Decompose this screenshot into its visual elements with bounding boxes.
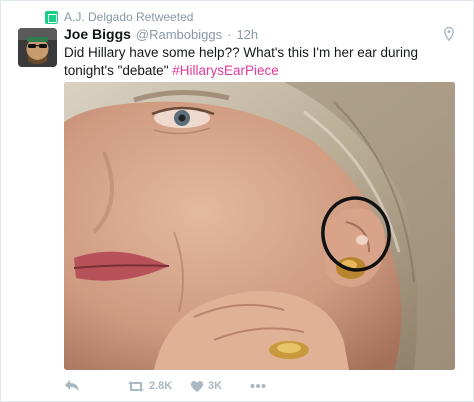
author-handle[interactable]: @Rambobiggs	[136, 27, 222, 42]
retweet-count: 2.8K	[149, 380, 173, 392]
tweet-text: Did Hillary have some help?? What's this…	[64, 44, 464, 80]
more-icon	[250, 384, 266, 388]
header-separator: ·	[227, 27, 232, 42]
avatar[interactable]	[18, 28, 57, 67]
location-pin-icon[interactable]	[444, 27, 454, 41]
reply-button[interactable]	[64, 379, 80, 393]
tweet-photo[interactable]	[64, 82, 455, 370]
heart-icon	[190, 380, 204, 392]
retweet-badge-icon	[45, 10, 58, 24]
retweet-context: A.J. Delgado Retweeted	[45, 9, 193, 25]
reply-icon	[65, 380, 79, 391]
hashtag-link[interactable]: #HillarysEarPiece	[172, 63, 279, 78]
retweet-context-text[interactable]: A.J. Delgado Retweeted	[64, 10, 193, 24]
author-display-name[interactable]: Joe Biggs	[64, 26, 131, 42]
like-count: 3K	[208, 380, 223, 392]
like-button[interactable]: 3K	[190, 380, 222, 393]
tweet-actions: 2.8K 3K	[64, 377, 394, 395]
tweet-timestamp[interactable]: 12h	[236, 27, 258, 42]
retweet-button[interactable]: 2.8K	[127, 380, 172, 393]
tweet-header: Joe Biggs @Rambobiggs · 12h	[64, 26, 258, 42]
tweet-card[interactable]: A.J. Delgado Retweeted Joe Biggs @Rambob…	[0, 0, 474, 402]
more-button[interactable]	[250, 383, 266, 389]
retweet-icon	[128, 380, 144, 392]
avatar-image	[18, 28, 57, 67]
photo-image	[64, 82, 455, 370]
